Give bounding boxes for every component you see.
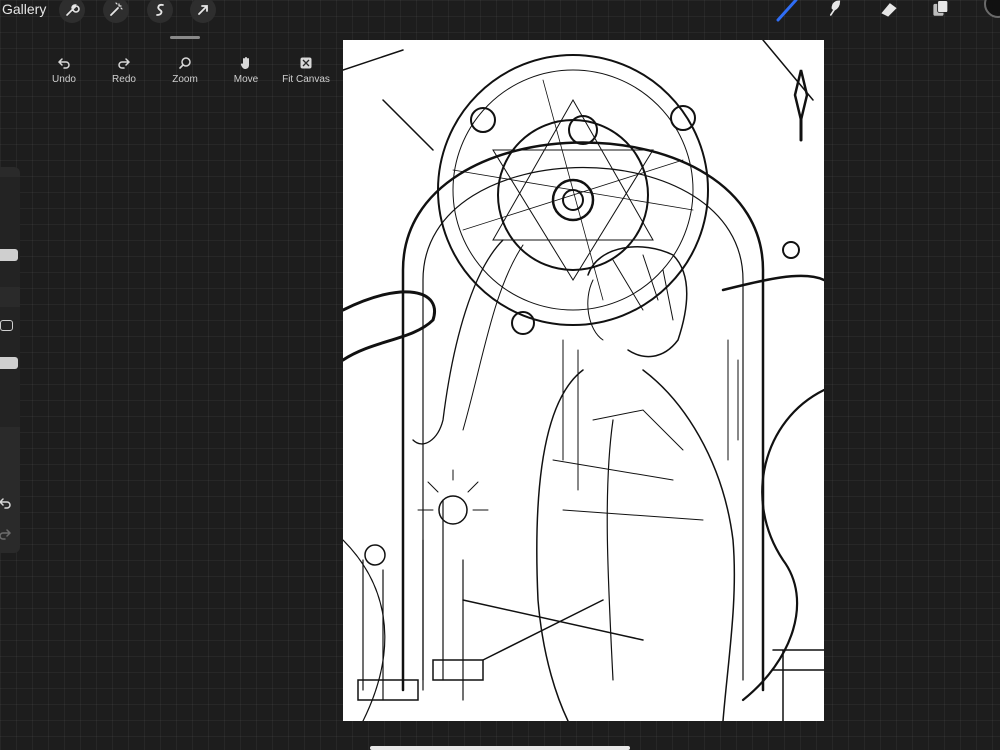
- gallery-button[interactable]: Gallery: [2, 1, 46, 17]
- move-button[interactable]: Move: [216, 48, 276, 85]
- smudge-icon[interactable]: [822, 0, 848, 22]
- color-picker-swatch[interactable]: [984, 0, 1000, 18]
- modify-square-icon[interactable]: [0, 320, 13, 331]
- move-label: Move: [233, 74, 259, 85]
- brush-icon[interactable]: [774, 0, 800, 22]
- wrench-icon[interactable]: [59, 0, 85, 23]
- zoom-label: Zoom: [172, 74, 198, 85]
- zoom-icon: [179, 57, 191, 69]
- brush-size-thumb[interactable]: [0, 249, 18, 261]
- left-sidebar: [0, 167, 20, 553]
- popover-handle[interactable]: [170, 36, 200, 39]
- view-menu: Undo Redo Zoom Move Fit Canvas: [38, 48, 338, 94]
- eraser-icon[interactable]: [876, 0, 902, 22]
- home-indicator[interactable]: [370, 746, 630, 750]
- sidebar-redo-icon[interactable]: [0, 527, 12, 541]
- zoom-button[interactable]: Zoom: [155, 48, 215, 85]
- line-art-sketch: [343, 40, 824, 721]
- redo-button[interactable]: Redo: [94, 48, 154, 85]
- undo-label: Undo: [52, 74, 76, 85]
- top-toolbar: Gallery: [0, 0, 1000, 23]
- more-options-icon[interactable]: [492, 0, 508, 4]
- undo-button[interactable]: Undo: [34, 48, 94, 85]
- undo-icon: [57, 58, 70, 69]
- selection-icon[interactable]: [147, 0, 173, 23]
- redo-label: Redo: [112, 74, 136, 85]
- fit-canvas-label: Fit Canvas: [282, 74, 330, 85]
- hand-icon: [240, 57, 249, 69]
- sidebar-undo-icon[interactable]: [0, 496, 12, 510]
- drawing-canvas[interactable]: [343, 40, 824, 721]
- redo-icon: [118, 58, 131, 69]
- transform-arrow-icon[interactable]: [190, 0, 216, 23]
- magic-wand-icon[interactable]: [103, 0, 129, 23]
- opacity-thumb[interactable]: [0, 357, 18, 369]
- fit-canvas-button[interactable]: Fit Canvas: [276, 48, 336, 85]
- fit-canvas-icon: [300, 57, 312, 69]
- layers-icon[interactable]: [928, 0, 954, 22]
- brush-size-slider[interactable]: [0, 177, 20, 287]
